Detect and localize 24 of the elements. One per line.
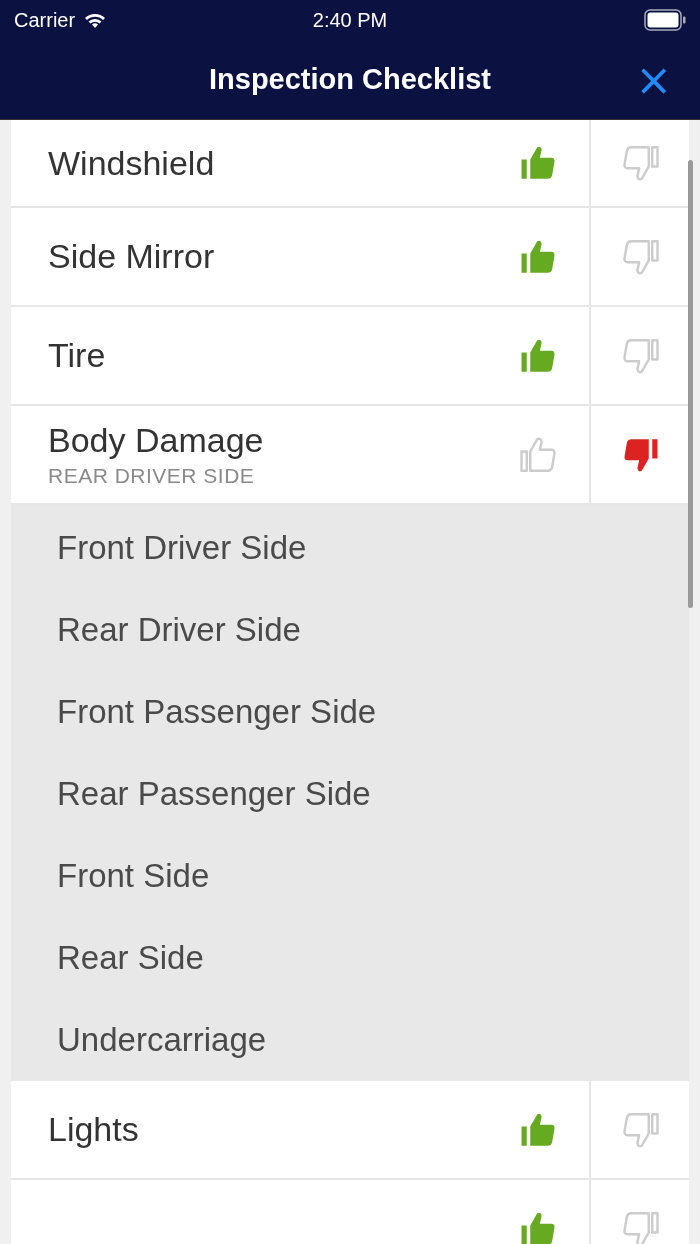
dropdown-option[interactable]: Rear Driver Side [11,589,689,671]
item-label: Lights [48,1110,140,1149]
dropdown-option[interactable]: Front Driver Side [11,507,689,589]
battery-icon [644,9,686,31]
dropdown-option[interactable]: Rear Side [11,917,689,999]
checklist-row[interactable]: Windshield [11,120,689,208]
dropdown-option[interactable]: Front Passenger Side [11,671,689,753]
screen-title: Inspection Checklist [209,63,491,96]
wifi-icon [83,11,108,29]
checklist-row[interactable]: Side Mirror [11,208,689,307]
selected-option-label: REAR DRIVER SIDE [48,464,256,488]
item-label: Windshield [48,143,216,183]
carrier-name: Carrier [14,8,76,32]
item-label: Tire [48,336,107,375]
checklist-row[interactable]: Tire [11,307,689,406]
dropdown-option[interactable]: Front Side [11,835,689,917]
checklist-row[interactable]: Lights [11,1081,689,1180]
clock-time: 2:40 PM [312,8,388,32]
dropdown-option[interactable]: Undercarriage [11,999,689,1081]
item-label: Side Mirror [48,237,216,276]
checklist-row[interactable]: Body Damage REAR DRIVER SIDE [11,406,689,505]
item-label: Body Damage [48,421,265,460]
close-button[interactable]: × [631,58,676,102]
dropdown-option[interactable]: Rear Passenger Side [11,753,689,835]
